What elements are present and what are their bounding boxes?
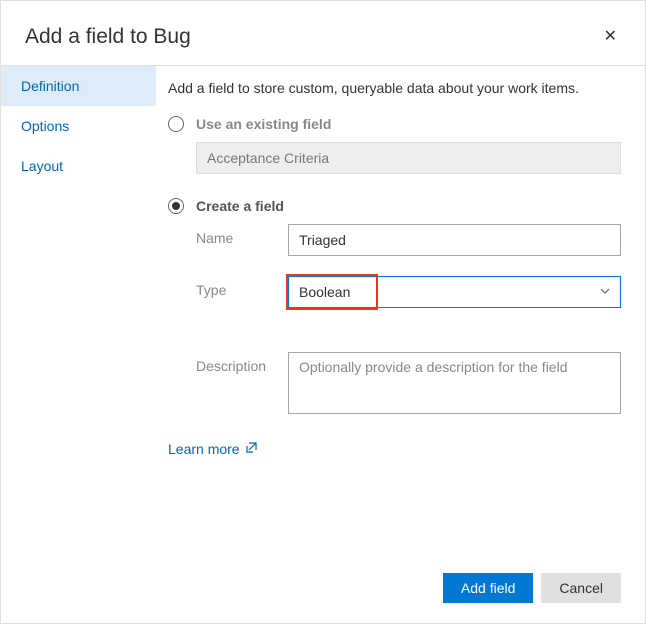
tab-layout[interactable]: Layout	[1, 146, 156, 186]
description-label: Description	[196, 352, 288, 374]
tab-options[interactable]: Options	[1, 106, 156, 146]
use-existing-title: Use an existing field	[196, 116, 331, 132]
external-link-icon	[246, 442, 257, 456]
add-field-button[interactable]: Add field	[443, 573, 533, 603]
type-label: Type	[196, 276, 288, 298]
create-field-title: Create a field	[196, 198, 284, 214]
close-button[interactable]: ✕	[600, 25, 621, 49]
tab-definition[interactable]: Definition	[1, 66, 156, 106]
close-icon: ✕	[604, 28, 617, 45]
sidebar: Definition Options Layout	[1, 66, 156, 457]
dialog-title: Add a field to Bug	[25, 25, 191, 49]
existing-field-select	[196, 142, 621, 174]
intro-text: Add a field to store custom, queryable d…	[168, 80, 621, 96]
name-input[interactable]	[288, 224, 621, 256]
learn-more-text: Learn more	[168, 441, 240, 457]
radio-create-field[interactable]	[168, 198, 184, 214]
content-panel: Add a field to store custom, queryable d…	[156, 66, 645, 457]
radio-use-existing[interactable]	[168, 116, 184, 132]
type-select-value[interactable]	[288, 276, 621, 308]
cancel-button[interactable]: Cancel	[541, 573, 621, 603]
type-select[interactable]	[288, 276, 621, 308]
name-label: Name	[196, 224, 288, 246]
description-textarea[interactable]	[288, 352, 621, 414]
learn-more-link[interactable]: Learn more	[168, 441, 257, 457]
